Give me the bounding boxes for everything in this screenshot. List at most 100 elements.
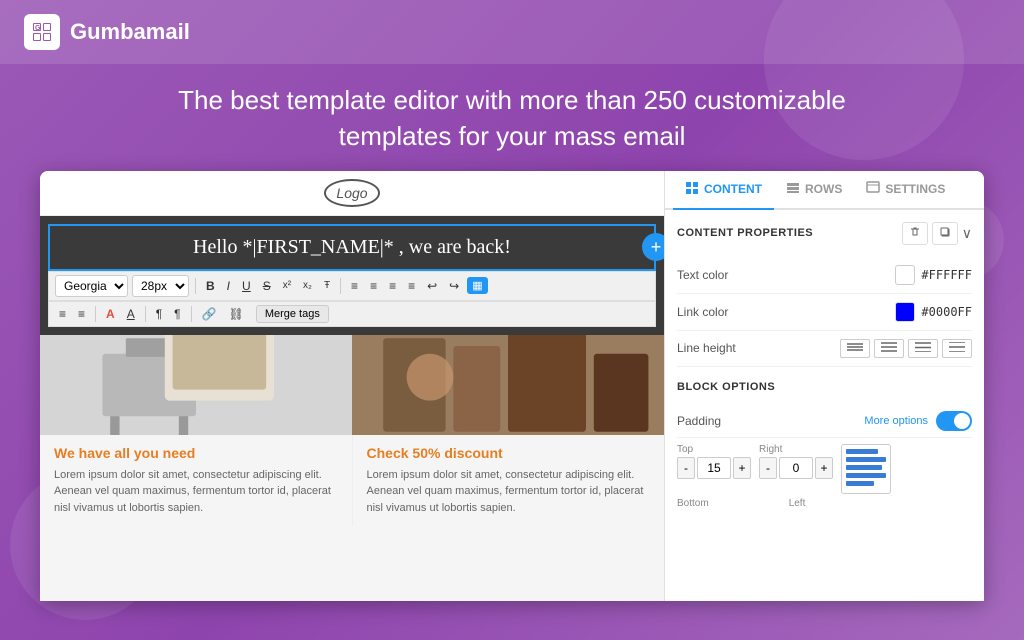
line-height-options [840, 339, 972, 358]
right-decrease-button[interactable]: - [759, 457, 777, 479]
tab-content[interactable]: CONTENT [673, 171, 774, 210]
font-size-select[interactable]: 28px [132, 275, 189, 297]
link-color-value[interactable]: #0000FF [895, 302, 972, 322]
line-height-row: Line height [677, 331, 972, 367]
editor-toolbar: Georgia 28px B I U S x² x₂ Ŧ ≡ ≡ [48, 271, 656, 301]
padding-toggle[interactable] [936, 411, 972, 431]
indent2-button[interactable]: ¶ [170, 305, 184, 323]
card-1: We have all you need Lorem ipsum dolor s… [40, 435, 353, 527]
bottom-labels-row: Bottom Left [677, 498, 972, 509]
text-color-swatch[interactable] [895, 265, 915, 285]
top-increase-button[interactable]: + [733, 457, 751, 479]
line-height-4[interactable] [942, 339, 972, 358]
highlight-button[interactable]: A [123, 305, 139, 323]
padding-right-group: Right - + [759, 444, 833, 494]
top-input-row: - + [677, 457, 751, 479]
content-images [40, 335, 664, 435]
special-icon-blue[interactable]: ▦ [467, 277, 487, 294]
underline-button[interactable]: U [238, 277, 255, 295]
padding-label: Padding [677, 414, 721, 428]
text-color-hex: #FFFFFF [921, 268, 972, 282]
merge-tags-button[interactable]: Merge tags [256, 305, 329, 323]
line-height-2[interactable] [874, 339, 904, 358]
svg-text:G: G [35, 25, 41, 32]
align-center-button[interactable]: ≡ [366, 277, 381, 295]
padding-top-group: Top - + [677, 444, 751, 494]
top-decrease-button[interactable]: - [677, 457, 695, 479]
link-color-row: Link color #0000FF [677, 294, 972, 331]
panel-content: CONTENT PROPERTIES ∨ Text color #FFFFFF [665, 210, 984, 601]
line-height-1[interactable] [840, 339, 870, 358]
text-block-border[interactable]: Hello *|FIRST_NAME|* , we are back! + [48, 224, 656, 271]
padding-visual [842, 445, 890, 490]
link-color-hex: #0000FF [921, 305, 972, 319]
editor-toolbar-row2: ≡ ≡ A A ¶ ¶ 🔗 ⛓ Merge tags [48, 301, 656, 327]
link-button[interactable]: 🔗 [198, 305, 221, 323]
list-button[interactable]: ≡ [55, 305, 70, 323]
align-justify-button[interactable]: ≡ [404, 277, 419, 295]
delete-button[interactable] [902, 222, 928, 245]
toolbar-separator-2 [340, 278, 341, 294]
align-right-button[interactable]: ≡ [385, 277, 400, 295]
toggle-knob [954, 413, 970, 429]
font-family-select[interactable]: Georgia [55, 275, 128, 297]
strikethrough-button[interactable]: S [259, 277, 275, 295]
editable-text[interactable]: Hello *|FIRST_NAME|* , we are back! [60, 232, 644, 263]
left-label: Left [789, 498, 806, 509]
superscript-button[interactable]: x² [279, 278, 295, 293]
padding-inputs: Top - + Right - + [677, 444, 972, 494]
mini-line-1 [846, 449, 878, 454]
bold-button[interactable]: B [202, 277, 219, 295]
content-cards-row: We have all you need Lorem ipsum dolor s… [40, 435, 664, 527]
tab-settings-label: SETTINGS [885, 182, 945, 196]
settings-tab-icon [866, 181, 880, 198]
right-input-row: - + [759, 457, 833, 479]
tab-content-label: CONTENT [704, 182, 762, 196]
align-left-button[interactable]: ≡ [347, 277, 362, 295]
right-label: Right [759, 444, 833, 455]
font-color-button[interactable]: A [102, 305, 119, 323]
copy-button[interactable] [932, 222, 958, 245]
line-height-3[interactable] [908, 339, 938, 358]
block-options-title: BLOCK OPTIONS [677, 381, 775, 393]
brand-name: Gumbamail [70, 19, 190, 45]
image-right [352, 335, 664, 435]
tab-settings[interactable]: SETTINGS [854, 171, 957, 210]
right-value-input[interactable] [779, 457, 813, 479]
toolbar-separator-4 [145, 306, 146, 322]
toolbar-separator-3 [95, 306, 96, 322]
mini-line-3 [846, 465, 882, 470]
more-options-link[interactable]: More options [864, 415, 928, 427]
line-height-label: Line height [677, 341, 736, 355]
subscript-button[interactable]: x₂ [299, 278, 316, 293]
text-color-value[interactable]: #FFFFFF [895, 265, 972, 285]
text-color-label: Text color [677, 268, 728, 282]
image-left [40, 335, 352, 435]
email-logo-bar: Logo [40, 171, 664, 216]
right-increase-button[interactable]: + [815, 457, 833, 479]
top-label: Top [677, 444, 751, 455]
padding-row: Padding More options [677, 405, 972, 438]
add-content-button[interactable]: + [642, 233, 664, 261]
paragraph-button[interactable]: ¶ [152, 305, 166, 323]
link-color-label: Link color [677, 305, 728, 319]
redo-button[interactable]: ↪ [445, 277, 463, 295]
mini-line-2 [846, 457, 886, 462]
undo-button[interactable]: ↩ [423, 277, 441, 295]
unlink-button[interactable]: ⛓ [225, 305, 248, 323]
text-block-container: Hello *|FIRST_NAME|* , we are back! + Ge… [40, 216, 664, 335]
tab-rows[interactable]: ROWS [774, 171, 854, 210]
editor-canvas: Logo Hello *|FIRST_NAME|* , we are back!… [40, 171, 664, 601]
expand-button[interactable]: ∨ [962, 225, 972, 242]
hero-section: The best template editor with more than … [0, 64, 1024, 171]
header: G Gumbamail [0, 0, 1024, 64]
content-properties-header: CONTENT PROPERTIES ∨ [677, 222, 972, 245]
clear-format-button[interactable]: Ŧ [320, 278, 334, 293]
top-value-input[interactable] [697, 457, 731, 479]
section-actions: ∨ [902, 222, 972, 245]
italic-button[interactable]: I [223, 277, 234, 295]
hero-text: The best template editor with more than … [20, 82, 1004, 155]
link-color-swatch[interactable] [895, 302, 915, 322]
indent-button[interactable]: ≡ [74, 305, 89, 323]
mini-line-4 [846, 473, 886, 478]
